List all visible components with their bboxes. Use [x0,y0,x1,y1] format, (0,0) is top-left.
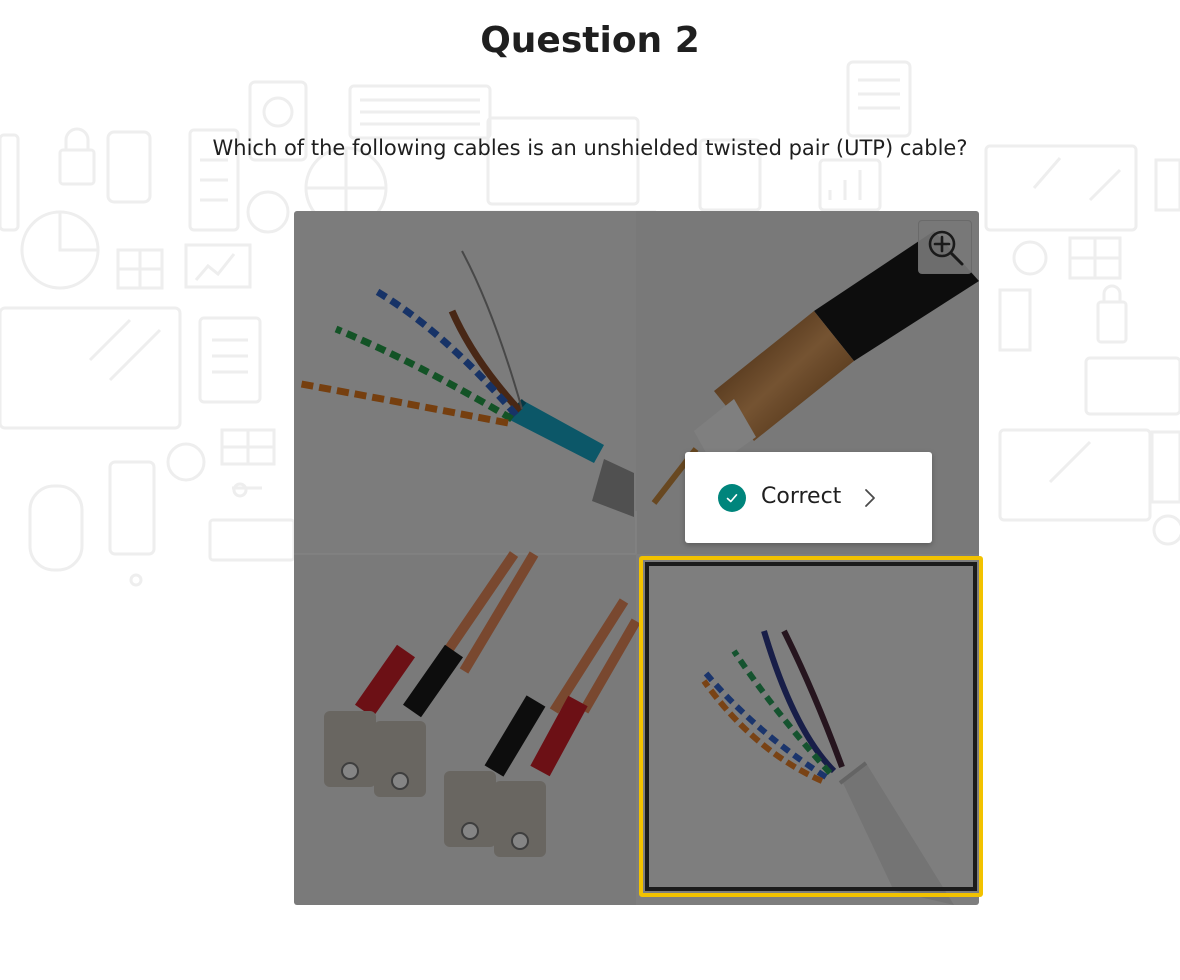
feedback-label: Correct [761,484,842,509]
hotspot-inner-border [645,562,977,891]
zoom-button[interactable] [918,220,972,274]
chevron-right-icon[interactable] [863,487,877,509]
check-circle-icon [718,484,746,512]
correct-hotspot-area[interactable] [639,556,983,897]
question-text: Which of the following cables is an unsh… [212,136,968,160]
page-title: Question 2 [480,20,700,61]
feedback-popup[interactable]: Correct [685,452,932,543]
zoom-in-icon [928,230,964,266]
